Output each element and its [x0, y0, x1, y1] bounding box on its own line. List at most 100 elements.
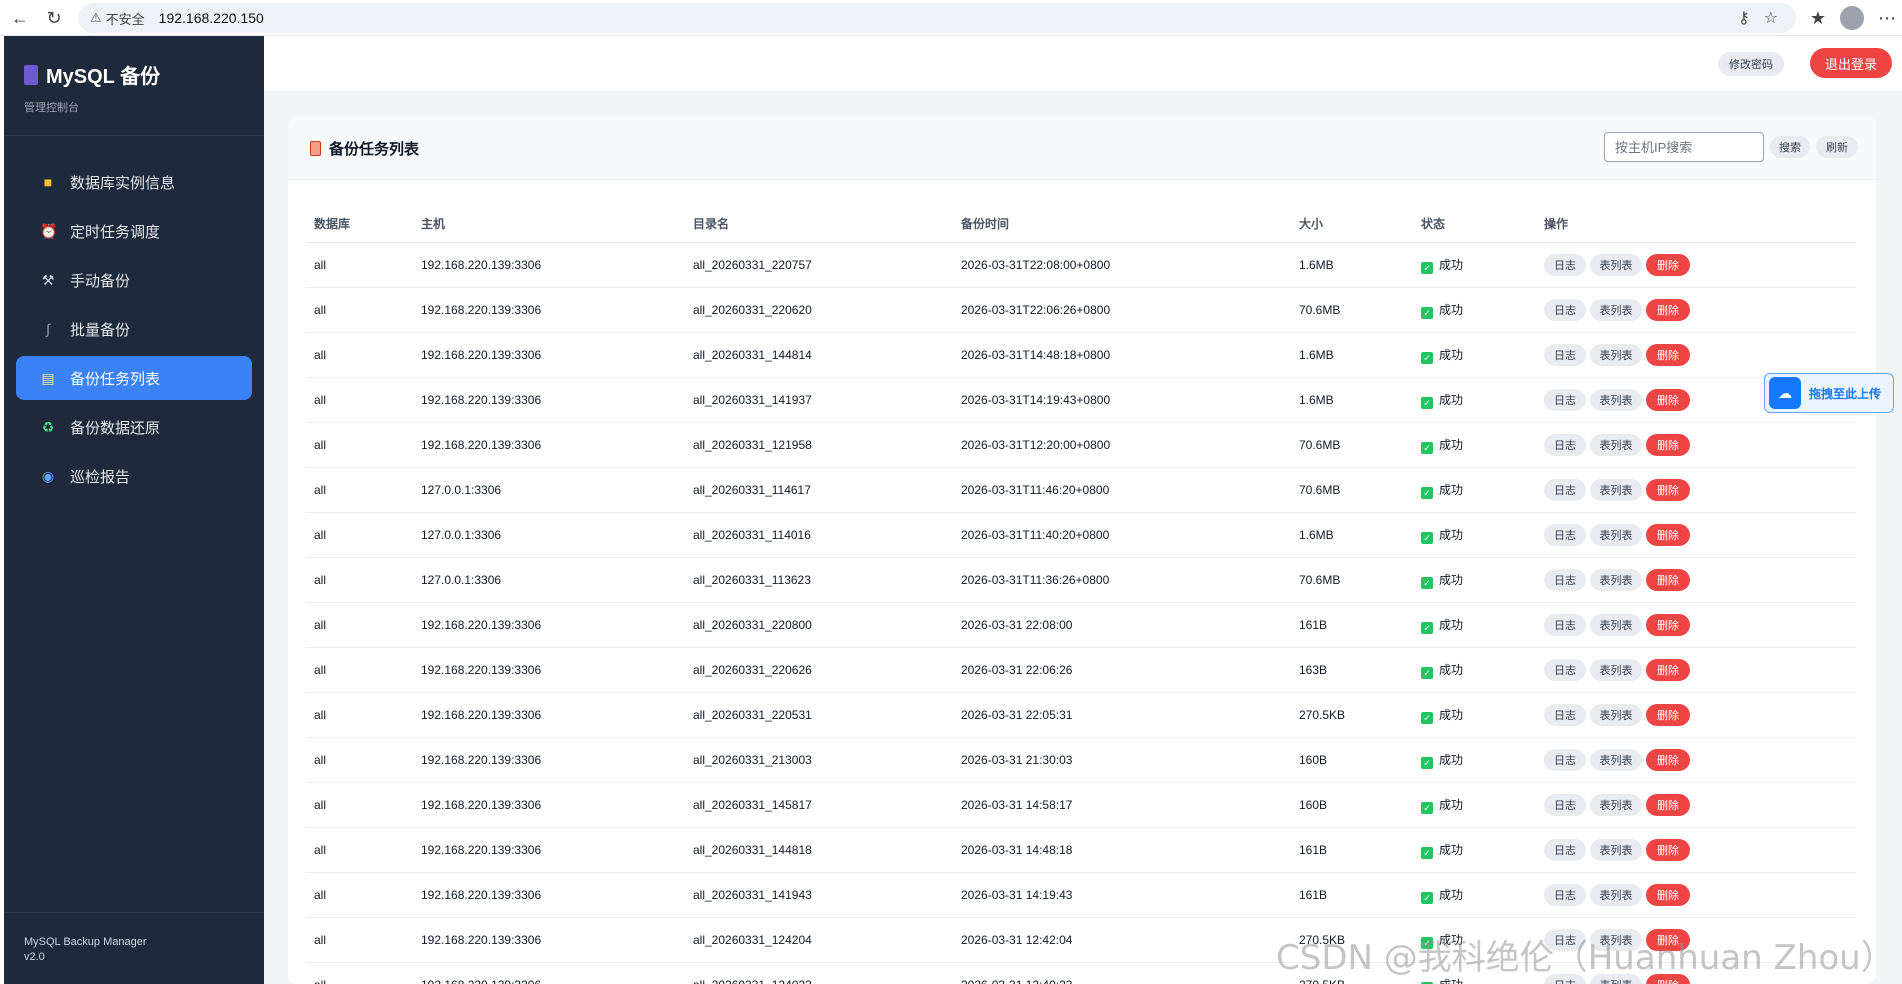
check-icon: ✓: [1421, 621, 1433, 634]
topbar: 修改密码 退出登录: [264, 36, 1902, 92]
log-button[interactable]: 日志: [1544, 658, 1586, 681]
insecure-label: 不安全: [105, 11, 145, 27]
log-button[interactable]: 日志: [1544, 883, 1586, 906]
cell-actions: 日志表列表删除: [1536, 692, 1856, 738]
table-list-button[interactable]: 表列表: [1590, 523, 1642, 546]
more-menu-icon[interactable]: ⋯: [1878, 8, 1896, 29]
table-list-button[interactable]: 表列表: [1590, 478, 1642, 501]
log-button[interactable]: 日志: [1544, 523, 1586, 546]
refresh-button[interactable]: 刷新: [1816, 136, 1858, 158]
cell-size: 160B: [1291, 737, 1413, 783]
cell-database: all: [306, 557, 413, 603]
search-button[interactable]: 搜索: [1770, 136, 1810, 158]
cell-backup-time: 2026-03-31 22:06:26: [953, 647, 1291, 693]
back-arrow-icon[interactable]: ←: [8, 6, 32, 30]
log-button[interactable]: 日志: [1544, 568, 1586, 591]
table-list-button[interactable]: 表列表: [1590, 748, 1642, 771]
host-ip-search-input[interactable]: [1604, 132, 1764, 162]
card-header: 备份任务列表 搜索 刷新: [288, 116, 1876, 180]
key-icon[interactable]: ⚷: [1738, 8, 1750, 28]
sidebar-item-batch-backup[interactable]: ∫ 批量备份: [16, 307, 252, 351]
table-list-button[interactable]: 表列表: [1590, 433, 1642, 456]
cell-database: all: [306, 872, 413, 918]
table-list-button[interactable]: 表列表: [1590, 658, 1642, 681]
cell-actions: 日志表列表删除: [1536, 602, 1856, 648]
cell-database: all: [306, 512, 413, 558]
sidebar-item-instances[interactable]: ■ 数据库实例信息: [16, 160, 252, 204]
delete-button[interactable]: 删除: [1646, 703, 1690, 726]
table-list-button[interactable]: 表列表: [1590, 883, 1642, 906]
table-list-button[interactable]: 表列表: [1590, 568, 1642, 591]
delete-button[interactable]: 删除: [1646, 388, 1690, 411]
table-list-button[interactable]: 表列表: [1590, 388, 1642, 411]
cell-host: 127.0.0.1:3306: [413, 467, 685, 513]
log-button[interactable]: 日志: [1544, 298, 1586, 321]
delete-button[interactable]: 删除: [1646, 838, 1690, 861]
table-list-button[interactable]: 表列表: [1590, 298, 1642, 321]
delete-button[interactable]: 删除: [1646, 253, 1690, 276]
paperclip-icon: ∫: [46, 321, 50, 337]
log-button[interactable]: 日志: [1544, 388, 1586, 411]
brand-subtitle: 管理控制台: [24, 102, 79, 114]
delete-button[interactable]: 删除: [1646, 433, 1690, 456]
table-list-button[interactable]: 表列表: [1590, 703, 1642, 726]
cell-size: 70.6MB: [1291, 467, 1413, 513]
sidebar-item-schedule[interactable]: ⏰ 定时任务调度: [16, 209, 252, 253]
star-icon[interactable]: ☆: [1764, 8, 1778, 28]
log-button[interactable]: 日志: [1544, 253, 1586, 276]
cell-backup-time: 2026-03-31 21:30:03: [953, 737, 1291, 783]
log-button[interactable]: 日志: [1544, 613, 1586, 636]
column-header-actions: 操作: [1536, 206, 1856, 243]
drag-upload-widget[interactable]: ☁ 拖拽至此上传: [1764, 373, 1894, 413]
delete-button[interactable]: 删除: [1646, 523, 1690, 546]
delete-button[interactable]: 删除: [1646, 793, 1690, 816]
sidebar-item-inspection[interactable]: ◉ 巡检报告: [16, 454, 252, 498]
check-icon: ✓: [1421, 351, 1433, 364]
table-list-button[interactable]: 表列表: [1590, 838, 1642, 861]
status-text: 成功: [1439, 842, 1464, 857]
sidebar-item-manual-backup[interactable]: ⚒ 手动备份: [16, 258, 252, 302]
log-button[interactable]: 日志: [1544, 703, 1586, 726]
cell-directory: all_20260331_141943: [685, 872, 953, 918]
check-icon: ✓: [1421, 441, 1433, 454]
log-button[interactable]: 日志: [1544, 478, 1586, 501]
cell-actions: 日志表列表删除: [1536, 287, 1856, 333]
table-list-button[interactable]: 表列表: [1590, 613, 1642, 636]
log-button[interactable]: 日志: [1544, 838, 1586, 861]
table-list-button[interactable]: 表列表: [1590, 253, 1642, 276]
delete-button[interactable]: 删除: [1646, 658, 1690, 681]
sidebar-item-label: 备份数据还原: [70, 419, 161, 437]
column-header-database: 数据库: [306, 206, 413, 243]
sidebar: MySQL 备份 管理控制台 ■ 数据库实例信息 ⏰ 定时任务调度 ⚒ 手动备份…: [4, 36, 264, 984]
cell-size: 161B: [1291, 872, 1413, 918]
log-button[interactable]: 日志: [1544, 793, 1586, 816]
url-text[interactable]: 192.168.220.150: [159, 10, 264, 26]
cell-database: all: [306, 827, 413, 873]
cell-host: 192.168.220.139:3306: [413, 737, 685, 783]
sidebar-item-restore[interactable]: ♻ 备份数据还原: [16, 405, 252, 449]
reload-icon[interactable]: ↻: [42, 6, 66, 30]
profile-avatar-icon[interactable]: [1840, 6, 1864, 30]
delete-button[interactable]: 删除: [1646, 568, 1690, 591]
logout-button[interactable]: 退出登录: [1810, 48, 1892, 78]
sidebar-item-backup-tasks[interactable]: ▤ 备份任务列表: [16, 356, 252, 400]
delete-button[interactable]: 删除: [1646, 883, 1690, 906]
table-list-button[interactable]: 表列表: [1590, 343, 1642, 366]
cell-status: ✓ 成功: [1413, 737, 1536, 783]
delete-button[interactable]: 删除: [1646, 613, 1690, 636]
app-name: MySQL Backup Manager: [24, 936, 147, 948]
delete-button[interactable]: 删除: [1646, 748, 1690, 771]
log-button[interactable]: 日志: [1544, 433, 1586, 456]
favorites-icon[interactable]: ★: [1810, 8, 1826, 29]
change-password-button[interactable]: 修改密码: [1718, 52, 1784, 76]
table-list-button[interactable]: 表列表: [1590, 793, 1642, 816]
delete-button[interactable]: 删除: [1646, 343, 1690, 366]
log-button[interactable]: 日志: [1544, 748, 1586, 771]
address-bar[interactable]: ⚠ 不安全 192.168.220.150 ⚷ ☆: [78, 3, 1796, 33]
log-button[interactable]: 日志: [1544, 343, 1586, 366]
delete-button[interactable]: 删除: [1646, 478, 1690, 501]
status-text: 成功: [1439, 617, 1464, 632]
delete-button[interactable]: 删除: [1646, 298, 1690, 321]
browser-toolbar: ← ↻ ⚠ 不安全 192.168.220.150 ⚷ ☆ ★ ⋯: [0, 0, 1902, 36]
cell-database: all: [306, 647, 413, 693]
